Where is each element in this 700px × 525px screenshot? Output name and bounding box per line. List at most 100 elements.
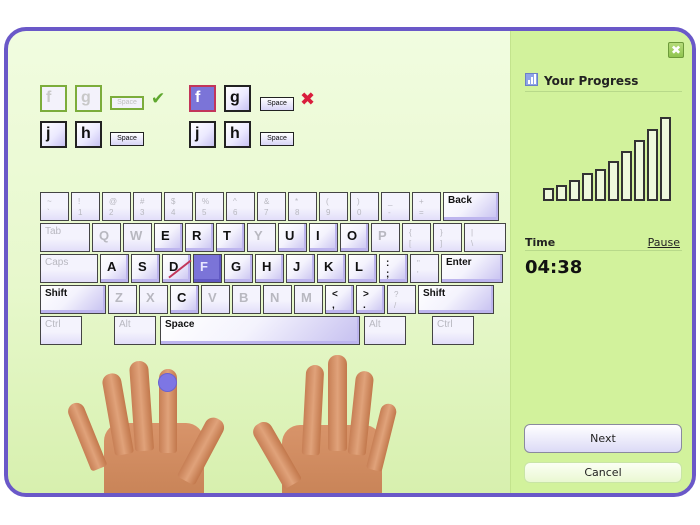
divider [525, 250, 682, 251]
progress-bar-10 [660, 117, 671, 201]
key-n[interactable]: N [263, 285, 292, 314]
key-r[interactable]: R [185, 223, 214, 252]
key-symbol[interactable]: & 7 [257, 192, 286, 221]
sample-key: h [224, 121, 251, 148]
key-symbol[interactable]: | \ [464, 223, 506, 252]
key-v[interactable]: V [201, 285, 230, 314]
key-symbol[interactable]: <, [325, 285, 354, 314]
sample-key: j [189, 121, 216, 148]
key-symbol[interactable]: }] [433, 223, 462, 252]
key-j[interactable]: J [286, 254, 315, 283]
key-h[interactable]: H [255, 254, 284, 283]
key-symbol[interactable]: ) 0 [350, 192, 379, 221]
sample-space-key: Space [110, 132, 144, 146]
key-alt[interactable]: Alt [114, 316, 156, 345]
key-symbol[interactable]: :; [379, 254, 408, 283]
key-d[interactable]: D [162, 254, 192, 283]
right-middle [328, 355, 347, 451]
close-button[interactable]: ✖ [668, 42, 684, 58]
key-symbol[interactable]: " ' [410, 254, 439, 283]
key-caps[interactable]: Caps [40, 254, 98, 283]
key-p[interactable]: P [371, 223, 400, 252]
key-shift[interactable]: Shift [418, 285, 494, 314]
sample-space-key: Space [260, 97, 294, 111]
sample-space-key: Space [110, 96, 144, 110]
key-ctrl[interactable]: Ctrl [432, 316, 474, 345]
pause-link[interactable]: Pause [648, 236, 680, 249]
cross-icon: ✖ [300, 89, 316, 110]
right-hand [249, 353, 404, 493]
key-symbol[interactable]: ^ 6 [226, 192, 255, 221]
key-alt[interactable]: Alt [364, 316, 406, 345]
divider [525, 91, 682, 92]
key-symbol[interactable]: ? / [387, 285, 416, 314]
key-l[interactable]: L [348, 254, 377, 283]
key-symbol[interactable]: #3 [133, 192, 162, 221]
sample-key: g [75, 85, 102, 112]
progress-title: Your Progress [544, 74, 639, 88]
error-strike [168, 259, 192, 279]
next-button[interactable]: Next [524, 424, 682, 453]
progress-bar-1 [543, 188, 554, 201]
progress-bar-2 [556, 185, 567, 201]
on-screen-keyboard: ~ `! 1 @2 #3 $4% 5 ^ 6 & 7 * 8(9) 0 _ - + = Back Tab Q W E R T Y U… [40, 192, 506, 352]
key-symbol[interactable]: {[ [402, 223, 431, 252]
key-s[interactable]: S [131, 254, 160, 283]
key-symbol[interactable]: % 5 [195, 192, 224, 221]
key-k[interactable]: K [317, 254, 346, 283]
key-m[interactable]: M [294, 285, 323, 314]
sample-key: f [40, 85, 67, 112]
sample-space-key: Space [260, 132, 294, 146]
key-symbol[interactable]: + = [412, 192, 441, 221]
key-symbol[interactable]: @2 [102, 192, 131, 221]
cancel-button[interactable]: Cancel [524, 462, 682, 483]
key-e[interactable]: E [154, 223, 183, 252]
key-symbol[interactable]: * 8 [288, 192, 317, 221]
key-t[interactable]: T [216, 223, 245, 252]
key-target-f[interactable]: F [193, 254, 222, 283]
progress-bar-3 [569, 180, 580, 201]
key-symbol[interactable]: ! 1 [71, 192, 100, 221]
sample-key: g [224, 85, 251, 112]
key-w[interactable]: W [123, 223, 152, 252]
progress-bar-4 [582, 173, 593, 201]
bar-chart-icon [525, 73, 538, 86]
time-label: Time [525, 236, 556, 249]
sample-key-error: f [189, 85, 216, 112]
key-shift[interactable]: Shift [40, 285, 106, 314]
key-x[interactable]: X [139, 285, 168, 314]
key-symbol[interactable]: ~ ` [40, 192, 69, 221]
typing-tutor-window: f g Space ✔ j h Space f g Space ✖ j h Sp… [4, 27, 696, 497]
progress-bar-8 [634, 140, 645, 201]
checkmark-icon: ✔ [151, 89, 166, 109]
key-back[interactable]: Back [443, 192, 499, 221]
key-tab[interactable]: Tab [40, 223, 90, 252]
key-c[interactable]: C [170, 285, 199, 314]
time-value: 04:38 [525, 257, 583, 278]
key-symbol[interactable]: $4 [164, 192, 193, 221]
key-g[interactable]: G [224, 254, 253, 283]
key-q[interactable]: Q [92, 223, 121, 252]
left-hand [65, 353, 228, 493]
key-symbol[interactable]: _ - [381, 192, 410, 221]
key-y[interactable]: Y [247, 223, 276, 252]
key-b[interactable]: B [232, 285, 261, 314]
key-symbol[interactable]: >. [356, 285, 385, 314]
key-ctrl[interactable]: Ctrl [40, 316, 82, 345]
key-z[interactable]: Z [108, 285, 137, 314]
progress-bar-9 [647, 129, 658, 201]
key-a[interactable]: A [100, 254, 129, 283]
progress-bar-6 [608, 161, 619, 201]
sample-key: j [40, 121, 67, 148]
key-space[interactable]: Space [160, 316, 360, 345]
key-symbol[interactable]: (9 [319, 192, 348, 221]
progress-bar-7 [621, 151, 632, 201]
progress-panel: ✖ Your Progress Time Pause 04:38 Next Ca… [510, 31, 692, 493]
left-pinky [65, 400, 108, 472]
key-u[interactable]: U [278, 223, 307, 252]
key-i[interactable]: I [309, 223, 338, 252]
key-enter[interactable]: Enter [441, 254, 503, 283]
progress-bar-5 [595, 169, 606, 201]
progress-chart [531, 101, 681, 201]
key-o[interactable]: O [340, 223, 369, 252]
